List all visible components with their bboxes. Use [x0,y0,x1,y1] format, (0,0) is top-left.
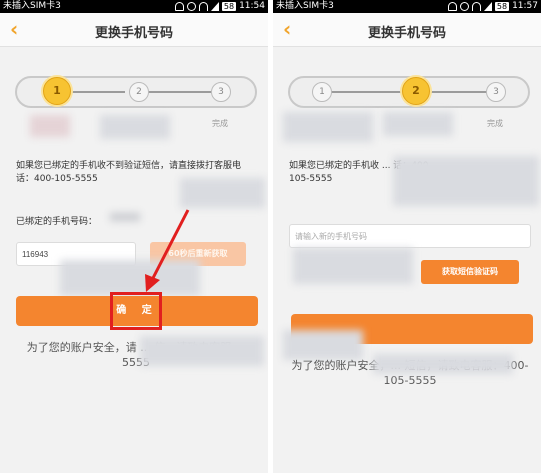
step-1-indicator: 1 [312,82,332,102]
annotation-arrow-icon [145,209,190,292]
step-done-label: 完成 [487,119,503,128]
signal-icon [483,2,492,11]
headset-icon [447,2,457,11]
step-2-indicator: 2 [402,77,430,105]
get-sms-code-button[interactable]: 获取短信验证码 [421,260,519,284]
battery-icon: 58 [494,2,510,11]
status-icons: 58 11:57 [447,0,538,13]
wifi-icon [471,2,481,11]
clock: 11:57 [512,1,538,11]
page-title: 更换手机号码 [367,26,446,41]
status-bar: 未插入SIM卡3 58 11:57 [273,0,541,13]
screen-step-2: 未插入SIM卡3 58 11:57 ‹ 更换手机号码 1 2 3 完成 如果您已… [273,0,541,473]
stepper-track [324,91,404,93]
carrier-text: 未插入SIM卡3 [276,1,334,11]
progress-stepper: 1 2 3 [288,76,530,108]
new-phone-input[interactable] [289,224,531,248]
stepper-track [430,91,490,93]
step-3-indicator: 3 [486,82,506,102]
screen-step-1: 未插入SIM卡3 58 11:54 ‹ 更换手机号码 1 2 3 完成 如果您已… [0,0,268,473]
title-bar: ‹ 更换手机号码 [273,13,541,47]
alarm-icon [459,2,469,11]
